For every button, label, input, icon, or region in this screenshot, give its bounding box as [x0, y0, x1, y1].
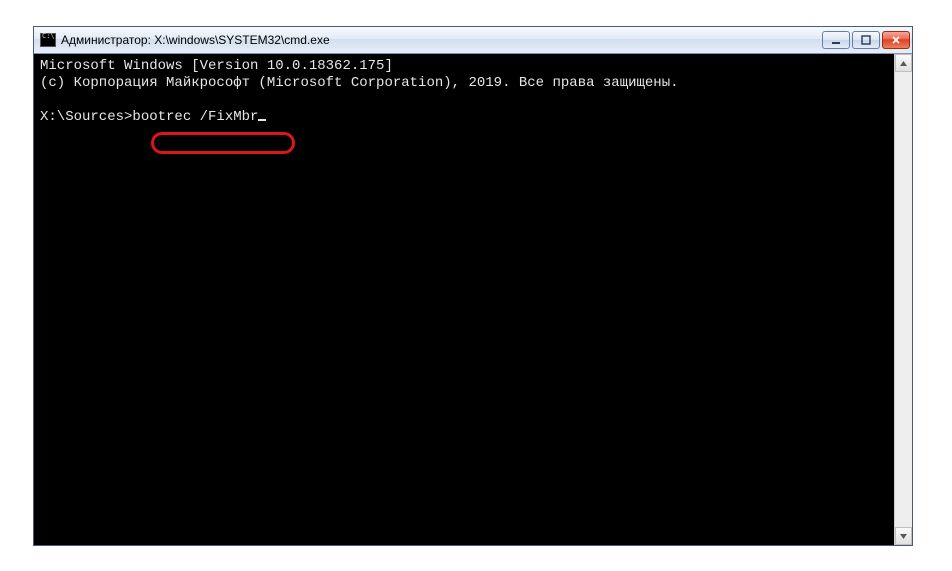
- cmd-icon: [40, 33, 56, 47]
- text-cursor: [258, 119, 266, 121]
- cmd-window: Администратор: X:\windows\SYSTEM32\cmd.e…: [33, 26, 913, 546]
- scroll-down-button[interactable]: [895, 527, 912, 545]
- window-controls: [822, 31, 910, 49]
- scroll-up-button[interactable]: [895, 54, 912, 72]
- maximize-button[interactable]: [852, 31, 880, 49]
- close-button[interactable]: [882, 31, 910, 49]
- terminal-output[interactable]: Microsoft Windows [Version 10.0.18362.17…: [34, 54, 894, 545]
- vertical-scrollbar[interactable]: [894, 54, 912, 545]
- titlebar[interactable]: Администратор: X:\windows\SYSTEM32\cmd.e…: [34, 27, 912, 54]
- minimize-button[interactable]: [822, 31, 850, 49]
- window-title: Администратор: X:\windows\SYSTEM32\cmd.e…: [61, 33, 822, 47]
- copyright-line: (c) Корпорация Майкрософт (Microsoft Cor…: [40, 75, 679, 91]
- prompt: X:\Sources>: [40, 109, 132, 125]
- typed-command: bootrec /FixMbr: [132, 109, 258, 125]
- scroll-track[interactable]: [895, 72, 912, 527]
- version-line: Microsoft Windows [Version 10.0.18362.17…: [40, 58, 393, 74]
